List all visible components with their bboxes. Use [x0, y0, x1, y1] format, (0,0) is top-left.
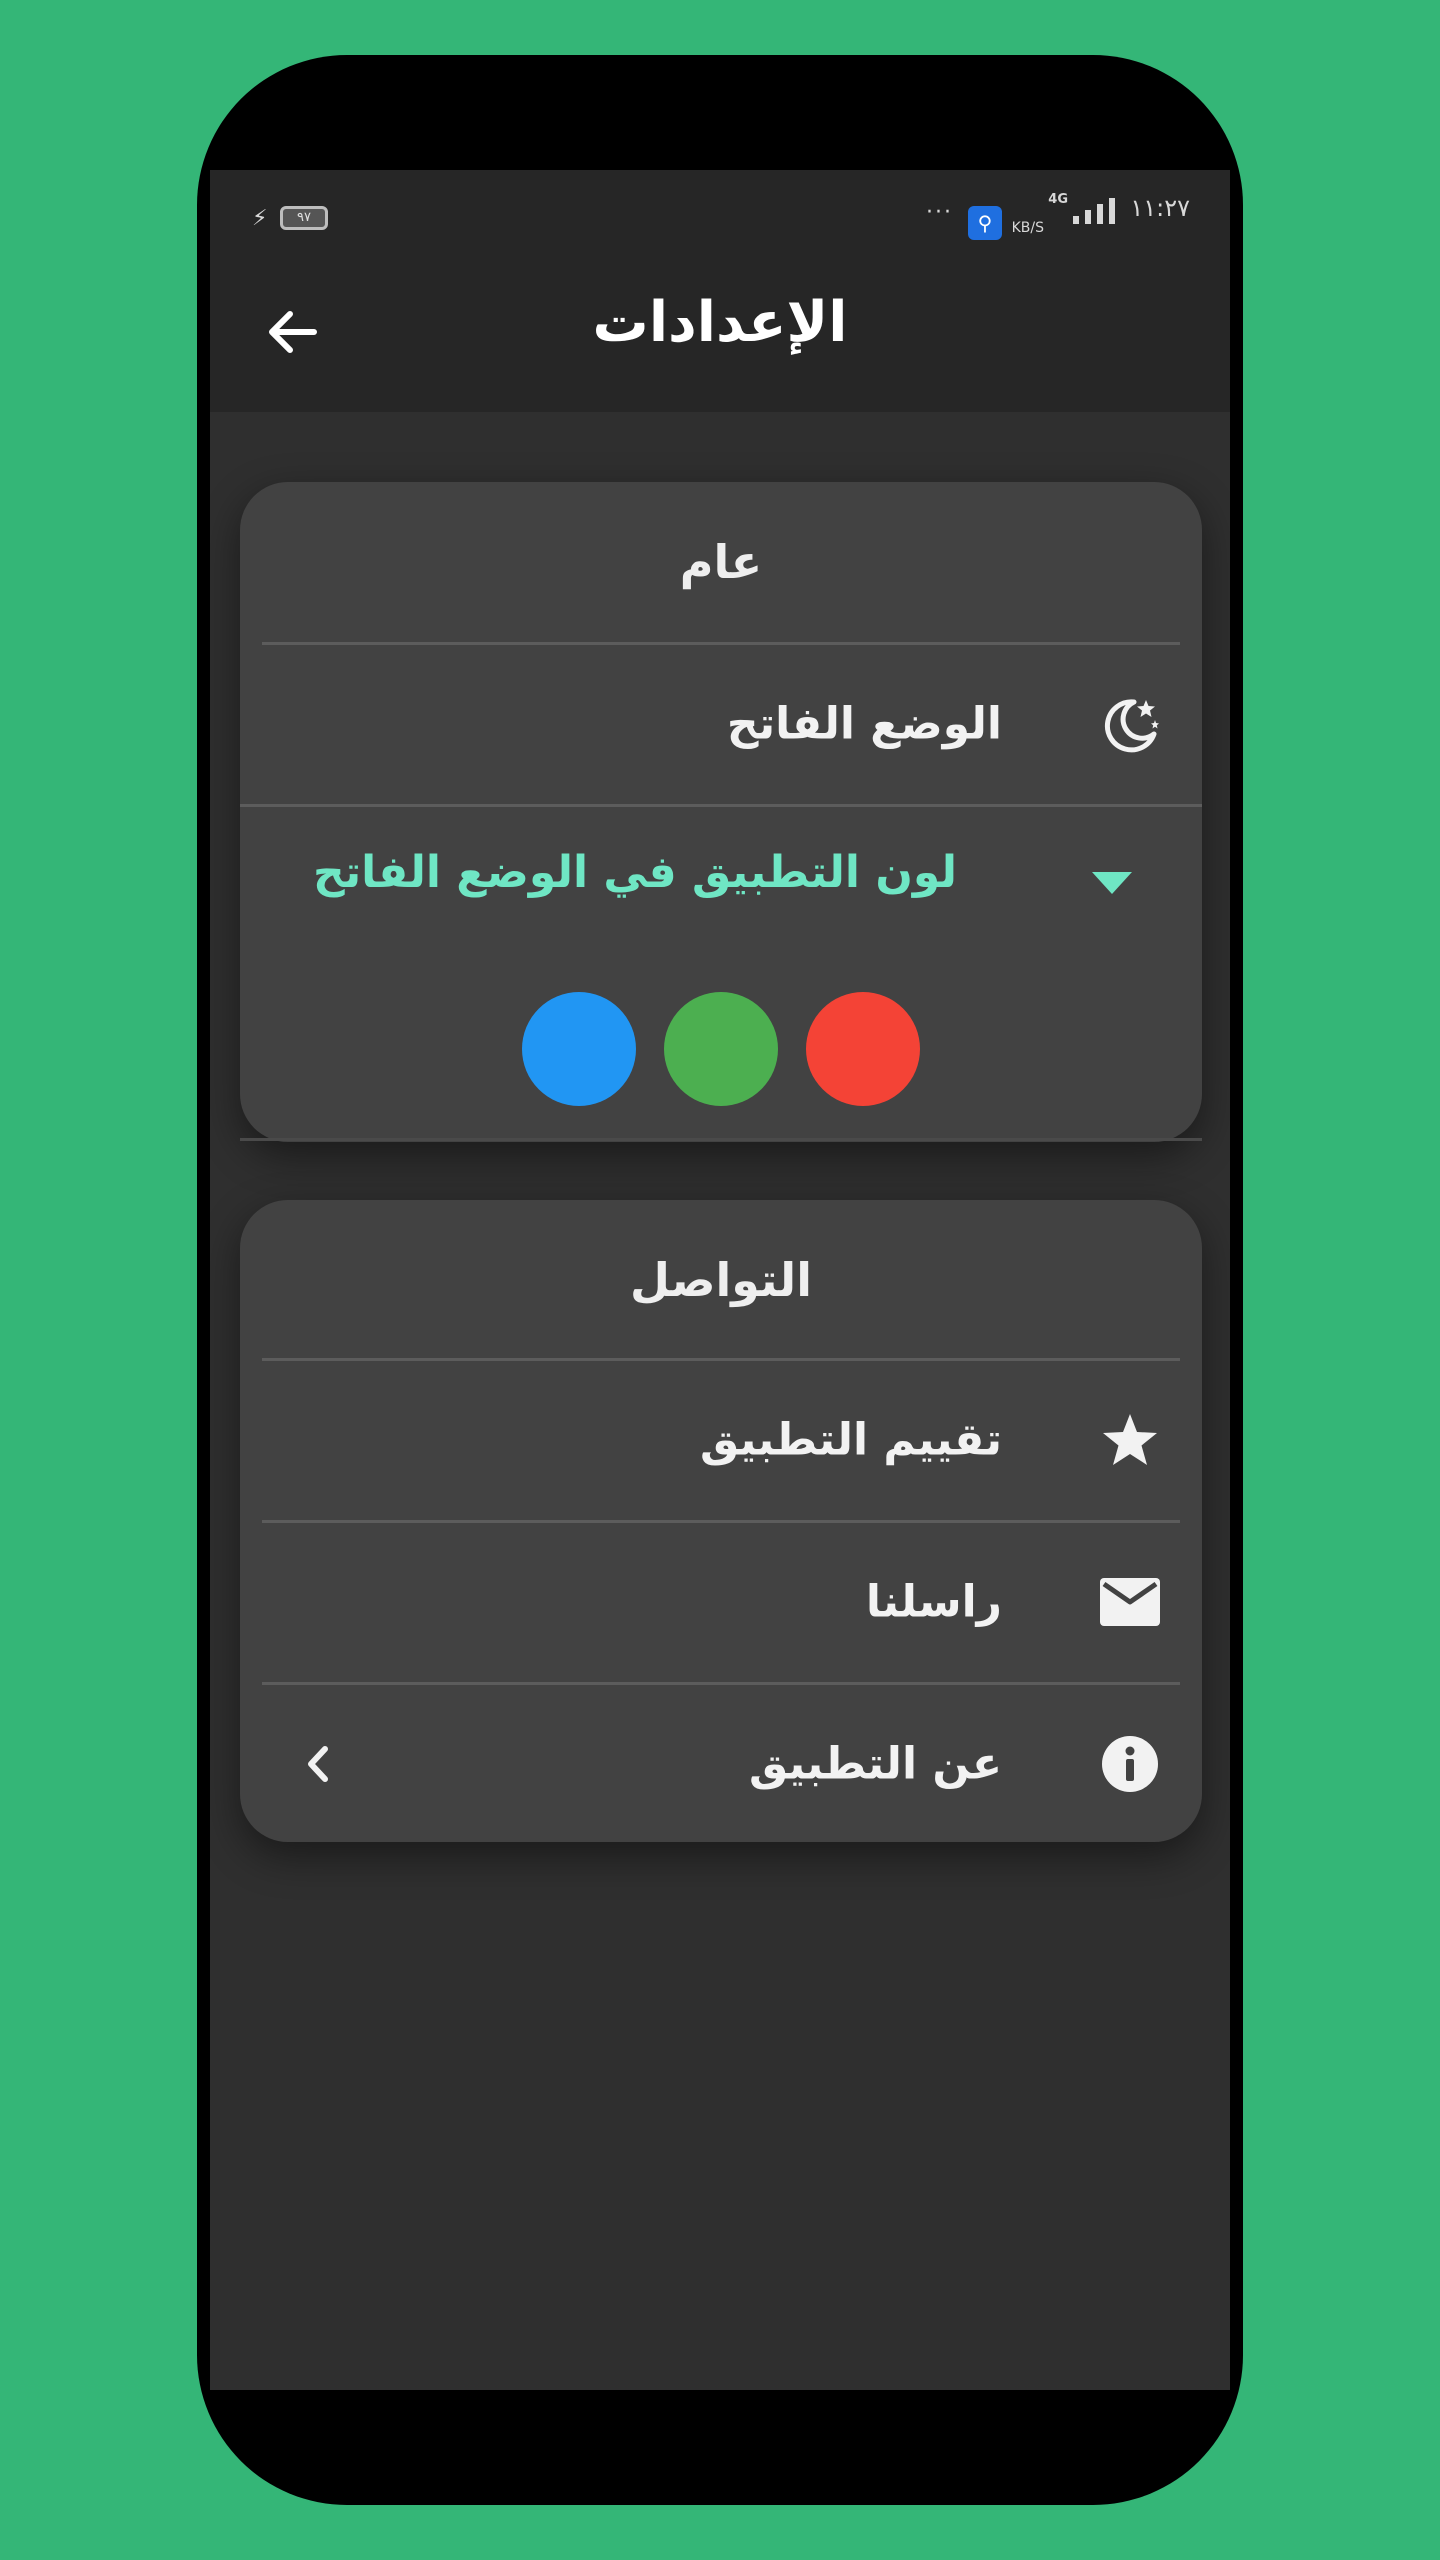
rate-app-label: تقييم التطبيق — [700, 1414, 1002, 1466]
contact-us-label: راسلنا — [865, 1576, 1002, 1628]
about-app-row[interactable]: عن التطبيق — [240, 1684, 1202, 1844]
status-time: ١١:٢٧ — [1130, 194, 1190, 222]
about-app-label: عن التطبيق — [749, 1738, 1002, 1790]
star-icon — [1098, 1408, 1162, 1472]
network-type: 4G — [1048, 192, 1068, 207]
info-icon — [1098, 1732, 1162, 1796]
divider — [240, 804, 1202, 807]
app-bar: الإعدادات — [210, 252, 1230, 412]
divider — [240, 1138, 1202, 1141]
network-speed-unit: KB/S — [1011, 220, 1044, 236]
moon-star-icon — [1098, 692, 1162, 756]
swatch-green[interactable] — [664, 992, 778, 1106]
app-color-label[interactable]: لون التطبيق في الوضع الفاتح — [313, 847, 957, 898]
light-mode-row[interactable]: الوضع الفاتح — [240, 644, 1202, 804]
color-swatches — [240, 992, 1202, 1106]
app-screen: ⚡ ٩٧ ··· ⚲ KB/S 4G ١١:٢٧ الإعدادات عام ا… — [210, 170, 1230, 2390]
status-bar: ⚡ ٩٧ ··· ⚲ KB/S 4G ١١:٢٧ — [210, 170, 1230, 252]
general-section-header: عام — [679, 535, 763, 589]
contact-card: التواصل تقييم التطبيق راسلنا عن التطبيق — [240, 1200, 1202, 1842]
contact-us-row[interactable]: راسلنا — [240, 1522, 1202, 1682]
chevron-left-icon — [298, 1744, 338, 1784]
swatch-blue[interactable] — [522, 992, 636, 1106]
battery-indicator: ٩٧ — [280, 206, 328, 230]
usb-icon: ⚲ — [968, 206, 1002, 240]
general-settings-card: عام الوضع الفاتح لون التطبيق في الوضع ال… — [240, 482, 1202, 1142]
swatch-red[interactable] — [806, 992, 920, 1106]
page-title: الإعدادات — [592, 290, 848, 355]
bolt-icon: ⚡ — [252, 206, 268, 231]
contact-section-header: التواصل — [630, 1253, 812, 1307]
mail-icon — [1098, 1570, 1162, 1634]
signal-icon — [1073, 198, 1115, 224]
light-mode-label: الوضع الفاتح — [726, 698, 1002, 750]
rate-app-row[interactable]: تقييم التطبيق — [240, 1360, 1202, 1520]
triangle-down-icon[interactable] — [1092, 872, 1132, 894]
more-notifications-icon: ··· — [926, 200, 953, 225]
